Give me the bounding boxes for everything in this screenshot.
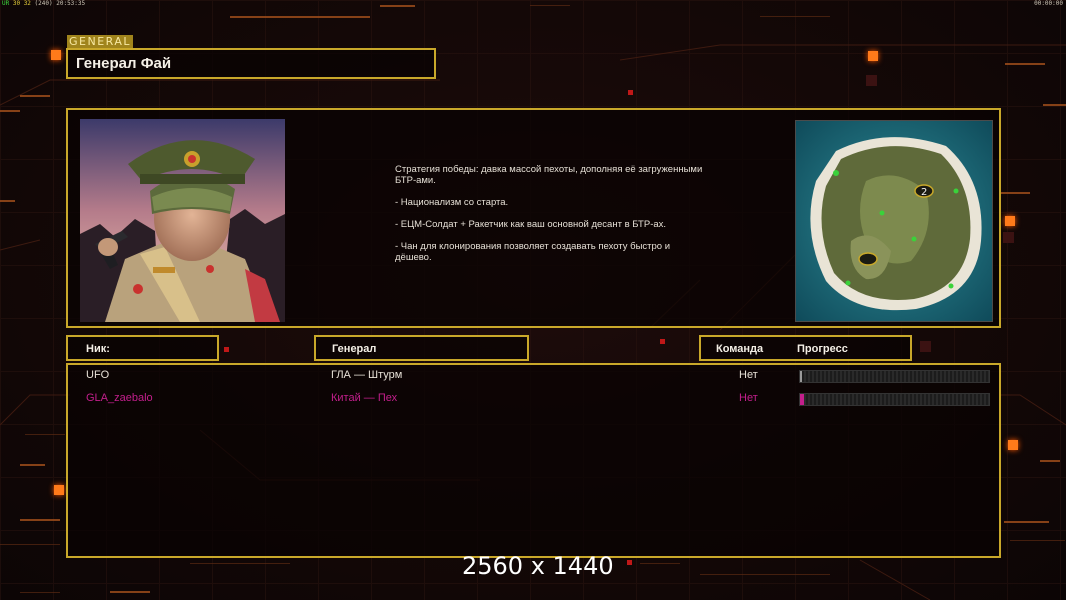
fps-readout: UR 30 32 (240) 20:53:35 xyxy=(2,0,86,7)
bg-square xyxy=(1008,440,1018,450)
column-header-progress: Прогресс xyxy=(797,343,848,355)
description-line: - ЕЦМ-Солдат + Ракетчик как ваш основной… xyxy=(395,219,667,230)
player-progress-bar xyxy=(799,370,990,383)
description-line: Стратегия победы: давка массой пехоты, д… xyxy=(395,164,703,186)
bg-line xyxy=(0,544,60,545)
bg-line xyxy=(230,16,370,18)
bg-line xyxy=(700,574,830,575)
bg-line xyxy=(110,591,150,593)
bg-square xyxy=(868,51,878,61)
player-row: GLA_zaebalo Китай — Пех Нет xyxy=(68,390,999,410)
general-title-frame: Генерал Фай xyxy=(66,48,436,79)
column-header-team: Команда Прогресс xyxy=(699,335,912,361)
bg-line xyxy=(1005,63,1045,65)
player-general: ГЛА — Штурм xyxy=(331,369,403,381)
bg-square xyxy=(660,339,665,344)
bg-line xyxy=(760,16,830,17)
bg-line xyxy=(20,95,50,97)
bg-square xyxy=(627,560,632,565)
player-progress-bar xyxy=(799,393,990,406)
bg-line xyxy=(20,464,45,466)
bg-square xyxy=(224,347,229,352)
player-general: Китай — Пех xyxy=(331,392,398,404)
bg-square xyxy=(1003,232,1014,243)
bg-square xyxy=(1005,216,1015,226)
bg-line xyxy=(190,563,290,564)
description-line: - Национализм со старта. xyxy=(395,197,509,208)
column-header-general: Генерал xyxy=(314,335,529,361)
bg-square xyxy=(628,90,633,95)
bg-line xyxy=(640,563,680,564)
bg-line xyxy=(0,110,20,112)
strategy-description: Стратегия победы: давка массой пехоты, д… xyxy=(395,164,705,274)
bg-line xyxy=(1010,540,1065,541)
player-list: UFO ГЛА — Штурм Нет GLA_zaebalo Китай — … xyxy=(66,363,1001,558)
player-nick: UFO xyxy=(86,369,110,381)
general-tag: GENERAL xyxy=(67,35,134,48)
bg-square xyxy=(54,485,64,495)
general-portrait xyxy=(80,119,285,322)
column-header-nick: Ник: xyxy=(66,335,219,361)
bg-line xyxy=(25,434,65,435)
player-progress-fill xyxy=(800,371,803,382)
loading-screen: UR 30 32 (240) 20:53:35 00:00:00 GENERAL… xyxy=(0,0,1066,600)
bg-line xyxy=(20,519,60,521)
bg-square xyxy=(866,75,877,86)
player-nick: GLA_zaebalo xyxy=(86,392,153,404)
general-info-panel: Стратегия победы: давка массой пехоты, д… xyxy=(66,108,1001,328)
player-team: Нет xyxy=(739,369,758,381)
resolution-label: 2560 x 1440 xyxy=(462,552,614,580)
map-preview: 2 xyxy=(795,120,993,322)
description-line: - Чан для клонирования позволяет создава… xyxy=(395,241,671,263)
bg-line xyxy=(1004,521,1049,523)
player-team: Нет xyxy=(739,392,758,404)
bg-square xyxy=(51,50,61,60)
bg-square xyxy=(920,341,931,352)
general-title: Генерал Фай xyxy=(76,55,172,72)
map-start-marker: 2 xyxy=(921,187,927,198)
bg-line xyxy=(0,200,15,202)
player-row: UFO ГЛА — Штурм Нет xyxy=(68,367,999,387)
player-progress-fill xyxy=(800,394,804,405)
bg-line xyxy=(1040,460,1060,462)
bg-line xyxy=(1000,192,1030,194)
status-bar: UR 30 32 (240) 20:53:35 00:00:00 xyxy=(0,0,1066,8)
bg-line xyxy=(1043,104,1066,106)
bg-line xyxy=(20,592,60,593)
clock-readout: 00:00:00 xyxy=(1034,0,1063,7)
